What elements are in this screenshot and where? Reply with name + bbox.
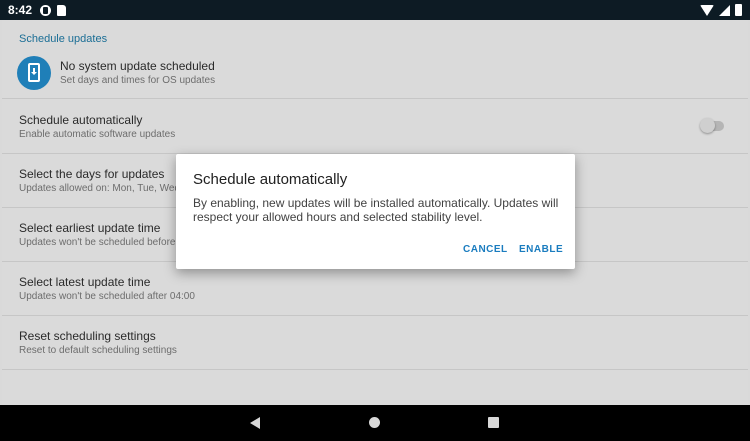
setting-title: Select latest update time bbox=[19, 275, 151, 289]
setting-title: Select the days for updates bbox=[19, 167, 165, 181]
notification-icon bbox=[40, 4, 52, 16]
setting-subtitle: Updates won't be scheduled before bbox=[19, 237, 176, 248]
recents-icon[interactable] bbox=[488, 417, 499, 428]
signal-icon bbox=[719, 4, 730, 16]
sd-card-icon bbox=[57, 4, 67, 16]
wifi-icon bbox=[700, 4, 714, 16]
enable-button[interactable]: ENABLE bbox=[519, 244, 563, 255]
setting-subtitle: Enable automatic software updates bbox=[19, 129, 176, 140]
navigation-bar bbox=[0, 405, 750, 441]
setting-subtitle: Reset to default scheduling settings bbox=[19, 345, 177, 356]
status-item: No system update scheduled Set days and … bbox=[2, 20, 748, 99]
setting-reset-scheduling[interactable]: Reset scheduling settings Reset to defau… bbox=[2, 317, 748, 370]
status-indicators bbox=[700, 4, 742, 16]
dialog-title: Schedule automatically bbox=[193, 171, 348, 188]
battery-icon bbox=[735, 4, 742, 16]
cancel-button[interactable]: CANCEL bbox=[463, 244, 508, 255]
setting-subtitle: Updates allowed on: Mon, Tue, Wed bbox=[19, 183, 181, 194]
home-icon[interactable] bbox=[369, 417, 380, 428]
dialog-message: By enabling, new updates will be install… bbox=[193, 196, 559, 224]
schedule-automatically-toggle[interactable] bbox=[700, 118, 724, 133]
device-screen: 8:42 Schedule updates No system update s… bbox=[0, 0, 750, 441]
status-bar: 8:42 bbox=[0, 0, 750, 20]
back-icon[interactable] bbox=[250, 417, 260, 429]
status-item-title: No system update scheduled bbox=[60, 59, 215, 73]
setting-title: Reset scheduling settings bbox=[19, 329, 156, 343]
setting-schedule-automatically[interactable]: Schedule automatically Enable automatic … bbox=[2, 100, 748, 154]
system-update-icon bbox=[17, 56, 51, 90]
setting-latest-time[interactable]: Select latest update time Updates won't … bbox=[2, 263, 748, 316]
toggle-knob bbox=[700, 118, 715, 133]
setting-title: Schedule automatically bbox=[19, 113, 143, 127]
status-item-subtitle: Set days and times for OS updates bbox=[60, 75, 216, 86]
status-time: 8:42 bbox=[8, 3, 33, 17]
setting-subtitle: Updates won't be scheduled after 04:00 bbox=[19, 291, 195, 302]
setting-title: Select earliest update time bbox=[19, 221, 161, 235]
schedule-automatically-dialog: Schedule automatically By enabling, new … bbox=[176, 154, 575, 269]
